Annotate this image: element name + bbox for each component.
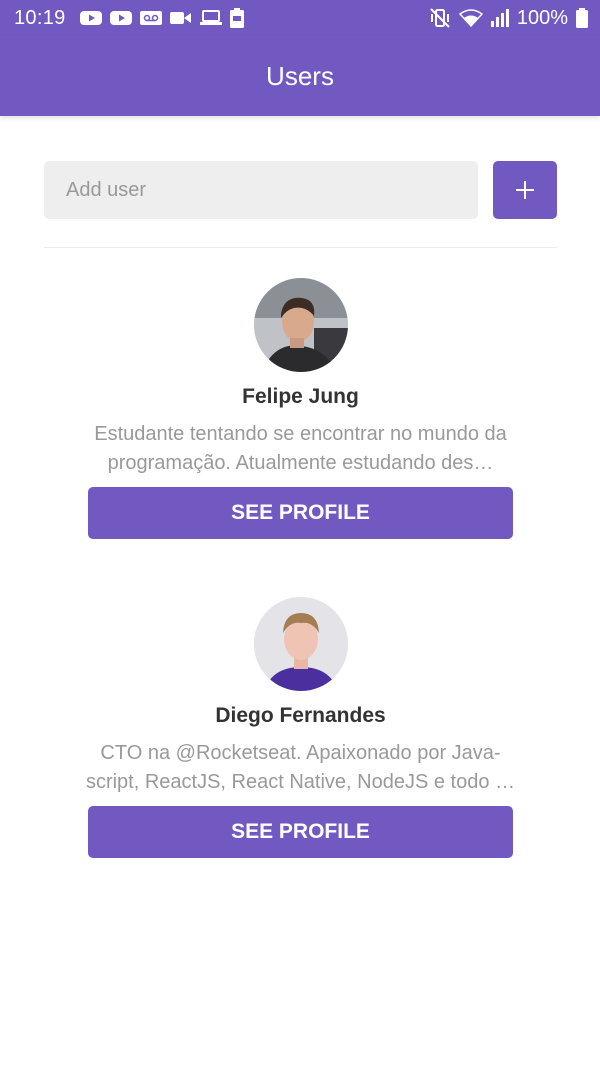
- laptop-icon: [199, 10, 222, 26]
- user-bio: CTO na @Rocketseat. Apaixonado por Java-…: [85, 742, 516, 793]
- plus-icon: [515, 180, 535, 200]
- user-name: Diego Fernandes: [215, 704, 386, 727]
- youtube-icon: [79, 10, 102, 26]
- app-header: Users: [0, 36, 600, 116]
- page-title: Users: [266, 60, 334, 91]
- user-bio: Estudante tentando se encontrar no mundo…: [94, 423, 507, 474]
- battery-percent: 100%: [516, 6, 568, 29]
- status-bar: 10:19 100%: [0, 0, 600, 36]
- wifi-icon: [458, 9, 483, 27]
- video-camera-icon: [169, 10, 192, 26]
- youtube-icon: [109, 10, 132, 26]
- voicemail-icon: [139, 10, 162, 26]
- see-profile-button[interactable]: See Profile: [88, 806, 513, 858]
- status-right: 100%: [429, 7, 588, 30]
- user-card: Diego Fernandes CTO na @Rocketseat. Apai…: [44, 597, 557, 858]
- battery-icon: [576, 8, 588, 28]
- avatar: [253, 597, 348, 691]
- user-name: Felipe Jung: [242, 385, 359, 408]
- signal-icon: [490, 9, 509, 27]
- status-time: 10:19: [14, 6, 66, 29]
- avatar: [253, 278, 348, 372]
- see-profile-button[interactable]: See Profile: [88, 487, 513, 539]
- user-card: Felipe Jung Estudante tentando se encont…: [44, 278, 557, 539]
- add-user-input[interactable]: [44, 161, 478, 219]
- add-user-button[interactable]: [493, 161, 557, 219]
- status-left: 10:19: [14, 7, 244, 30]
- battery-100-icon: [229, 8, 244, 28]
- mute-vibrate-icon: [429, 8, 451, 28]
- divider: [44, 247, 557, 248]
- add-user-form: [44, 161, 557, 219]
